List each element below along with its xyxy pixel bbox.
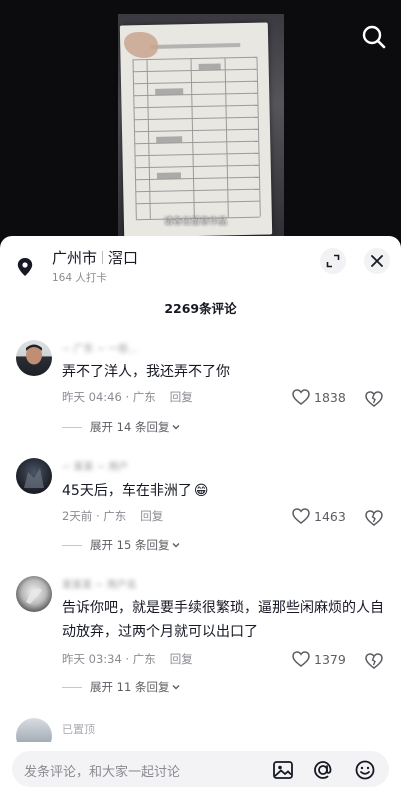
broken-heart-icon[interactable]	[364, 652, 384, 670]
close-button[interactable]	[364, 248, 390, 274]
comment-text: 弄不了洋人，我还弄不了你	[62, 364, 230, 380]
heart-icon	[292, 508, 310, 524]
like-count: 1379	[314, 651, 346, 667]
heart-icon	[292, 651, 310, 667]
comment-meta: 昨天 03:34 · 广东 回复	[62, 651, 193, 667]
expand-replies-button[interactable]: 展开 15 条回复	[62, 537, 181, 553]
comment-time: 昨天 04:46 · 广东	[62, 390, 156, 404]
video-player[interactable]: 请各位留意作品	[0, 0, 401, 240]
pinned-badge: 已置顶	[62, 723, 95, 736]
comment-author[interactable]: 某某某 ~ 用户名	[62, 576, 137, 591]
expand-replies-label: 展开 15 条回复	[90, 538, 170, 552]
comment-time: 2天前 · 广东	[62, 509, 127, 523]
reply-button[interactable]: 回复	[170, 652, 193, 666]
like-button[interactable]: 1463	[292, 508, 346, 524]
location-header[interactable]: 广州市 滘口 164 人打卡	[0, 236, 401, 294]
comment-input-bar: 发条评论，和大家一起讨论	[0, 742, 401, 800]
close-icon	[371, 255, 383, 267]
comment-author[interactable]: ~ 某某 ~ 用户	[62, 458, 128, 473]
comment-text: 告诉你吧，就是要手续很繁琐，逼那些闲麻烦的人自动放弃，过两个月就可以出口了	[62, 600, 384, 640]
like-count: 1838	[314, 389, 346, 405]
expand-replies-label: 展开 11 条回复	[90, 680, 170, 694]
comment-meta: 昨天 04:46 · 广东 回复	[62, 389, 193, 405]
comment-author[interactable]: ~ 广东 ~ 一些...	[62, 340, 138, 355]
emoji-icon[interactable]	[353, 758, 377, 782]
expand-replies-button[interactable]: 展开 11 条回复	[62, 679, 181, 695]
heart-icon	[292, 389, 310, 405]
location-pin-icon	[17, 258, 33, 276]
reply-button[interactable]: 回复	[140, 509, 163, 523]
image-icon[interactable]	[271, 758, 295, 782]
reply-button[interactable]: 回复	[170, 390, 193, 404]
comment-input[interactable]: 发条评论，和大家一起讨论	[12, 751, 389, 787]
chevron-down-icon	[172, 425, 180, 430]
comment-time: 昨天 03:34 · 广东	[62, 652, 156, 666]
avatar[interactable]	[16, 458, 52, 494]
like-count: 1463	[314, 508, 346, 524]
search-icon[interactable]	[361, 24, 387, 50]
video-subtitle: 请各位留意作品	[164, 217, 228, 227]
grin-emoji: 😁	[193, 483, 209, 499]
location-district: 滘口	[108, 249, 139, 267]
expand-icon	[326, 254, 340, 268]
broken-heart-icon[interactable]	[364, 390, 384, 408]
expand-replies-button[interactable]: 展开 14 条回复	[62, 419, 181, 435]
avatar[interactable]	[16, 340, 52, 376]
location-city: 广州市	[52, 249, 98, 267]
broken-heart-icon[interactable]	[364, 509, 384, 527]
chevron-down-icon	[172, 543, 180, 548]
checkin-count: 164 人打卡	[52, 272, 107, 284]
comment-text-body: 45天后，车在非洲了	[62, 483, 192, 499]
expand-replies-label: 展开 14 条回复	[90, 420, 170, 434]
at-icon[interactable]	[311, 758, 335, 782]
comment-sheet: 广州市 滘口 164 人打卡 2269条评论 ~ 广东 ~ 一些... 弄不了洋人…	[0, 236, 401, 800]
like-button[interactable]: 1838	[292, 389, 346, 405]
chevron-down-icon	[172, 685, 180, 690]
comment-input-placeholder: 发条评论，和大家一起讨论	[24, 765, 181, 780]
comment-count: 2269条评论	[164, 301, 237, 316]
comment-meta: 2天前 · 广东 回复	[62, 508, 163, 524]
expand-button[interactable]	[320, 248, 346, 274]
location-title: 广州市 滘口	[52, 247, 138, 268]
comment-text: 45天后，车在非洲了 😁	[62, 479, 388, 503]
like-button[interactable]: 1379	[292, 651, 346, 667]
avatar[interactable]	[16, 576, 52, 612]
